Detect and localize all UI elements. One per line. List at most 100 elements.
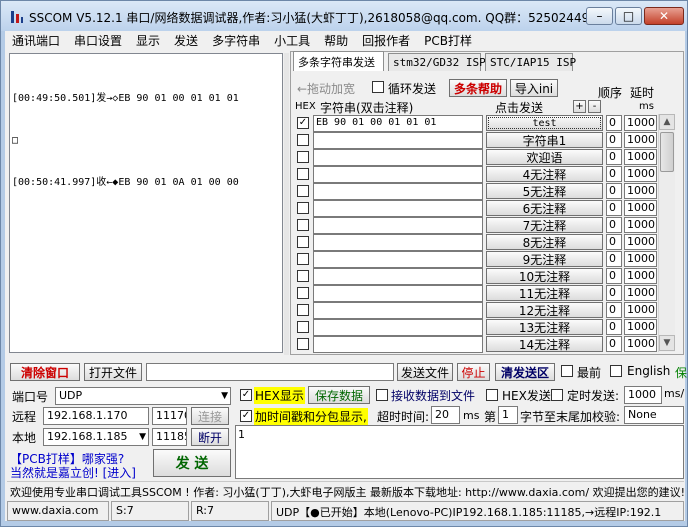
send-button[interactable]: 发 送 [153, 449, 231, 477]
close-button[interactable]: ✕ [644, 7, 684, 25]
menu-item-port[interactable]: 通讯端口 [5, 32, 67, 49]
row-hex-checkbox[interactable] [297, 253, 309, 265]
row-delay-input[interactable]: 1000 [624, 251, 657, 267]
row-order-input[interactable]: 0 [606, 234, 622, 250]
scroll-down-icon[interactable]: ▼ [659, 335, 675, 351]
receive-area[interactable]: [00:49:50.501]发→◇EB 90 01 00 01 01 01 □ … [9, 53, 283, 353]
drag-widen-label[interactable]: ←拖动加宽 [297, 80, 355, 97]
hex-display-checkbox[interactable]: ✓ [240, 389, 252, 401]
row-hex-checkbox[interactable] [297, 236, 309, 248]
row-delay-input[interactable]: 1000 [624, 319, 657, 335]
import-ini-button[interactable]: 导入ini [510, 79, 558, 97]
row-hex-checkbox[interactable] [297, 304, 309, 316]
menu-item-serial-settings[interactable]: 串口设置 [67, 32, 129, 49]
row-order-input[interactable]: 0 [606, 200, 622, 216]
local-port-input[interactable]: 11185 [152, 428, 187, 446]
row-hex-checkbox[interactable]: ✓ [297, 117, 309, 129]
tab-multi-string[interactable]: 多条字符串发送 [293, 51, 384, 71]
add-row-button[interactable]: + [573, 100, 586, 113]
row-string-input[interactable] [313, 285, 483, 302]
row-send-button[interactable]: 字符串1 [486, 132, 603, 148]
timed-send-checkbox[interactable] [551, 389, 563, 401]
byte-index-input[interactable]: 1 [498, 406, 518, 424]
menu-item-help[interactable]: 帮助 [317, 32, 355, 49]
row-delay-input[interactable]: 1000 [624, 183, 657, 199]
connect-button[interactable]: 连接 [191, 407, 229, 425]
clear-window-button[interactable]: 清除窗口 [10, 363, 80, 381]
promo-line-2[interactable]: 当然就是嘉立创! [进入] [10, 464, 136, 481]
minimize-button[interactable]: – [586, 7, 613, 25]
row-delay-input[interactable]: 1000 [624, 115, 657, 131]
row-string-input[interactable] [313, 149, 483, 166]
send-text-area[interactable]: 1 [235, 425, 684, 479]
file-path-input[interactable] [146, 363, 394, 381]
row-delay-input[interactable]: 1000 [624, 234, 657, 250]
timed-interval-input[interactable]: 1000 [624, 386, 662, 404]
local-ip-select[interactable]: 192.168.1.185 ▼ [43, 428, 149, 446]
recv-to-file-checkbox[interactable] [376, 389, 388, 401]
row-delay-input[interactable]: 1000 [624, 166, 657, 182]
row-send-button[interactable]: 4无注释 [486, 166, 603, 182]
row-send-button[interactable]: 8无注释 [486, 234, 603, 250]
row-string-input[interactable] [313, 251, 483, 268]
menu-item-multi-string[interactable]: 多字符串 [205, 32, 267, 49]
row-hex-checkbox[interactable] [297, 151, 309, 163]
menu-item-report-author[interactable]: 回报作者 [355, 32, 417, 49]
row-order-input[interactable]: 0 [606, 336, 622, 352]
row-string-input[interactable] [313, 217, 483, 234]
row-send-button[interactable]: 7无注释 [486, 217, 603, 233]
open-file-button[interactable]: 打开文件 [84, 363, 142, 381]
clear-send-button[interactable]: 清发送区 [495, 363, 555, 381]
save-data-button[interactable]: 保存数据 [308, 386, 370, 404]
row-order-input[interactable]: 0 [606, 319, 622, 335]
row-string-input[interactable] [313, 166, 483, 183]
scroll-up-icon[interactable]: ▲ [659, 114, 675, 130]
row-hex-checkbox[interactable] [297, 134, 309, 146]
row-order-input[interactable]: 0 [606, 132, 622, 148]
row-delay-input[interactable]: 1000 [624, 285, 657, 301]
row-string-input[interactable]: EB 90 01 00 01 01 01 [313, 115, 483, 132]
row-order-input[interactable]: 0 [606, 268, 622, 284]
topmost-checkbox[interactable] [561, 365, 573, 377]
row-string-input[interactable] [313, 200, 483, 217]
row-delay-input[interactable]: 1000 [624, 200, 657, 216]
row-delay-input[interactable]: 1000 [624, 217, 657, 233]
remote-port-input[interactable]: 11170 [152, 407, 187, 425]
row-delay-input[interactable]: 1000 [624, 268, 657, 284]
row-send-button[interactable]: 5无注释 [486, 183, 603, 199]
remove-row-button[interactable]: - [588, 100, 601, 113]
menu-item-tools[interactable]: 小工具 [267, 32, 317, 49]
title-bar[interactable]: SSCOM V5.12.1 串口/网络数据调试器,作者:习小猛(大虾丁丁),26… [1, 1, 687, 31]
row-order-input[interactable]: 0 [606, 285, 622, 301]
disconnect-button[interactable]: 断开 [191, 428, 229, 446]
row-string-input[interactable] [313, 234, 483, 251]
row-hex-checkbox[interactable] [297, 168, 309, 180]
hex-send-checkbox[interactable] [486, 389, 498, 401]
tab-stc-isp[interactable]: STC/IAP15 ISP [485, 53, 576, 71]
row-string-input[interactable] [313, 302, 483, 319]
row-send-button[interactable]: 9无注释 [486, 251, 603, 267]
rows-scrollbar[interactable]: ▲ ▼ [658, 114, 675, 352]
row-delay-input[interactable]: 1000 [624, 302, 657, 318]
row-order-input[interactable]: 0 [606, 217, 622, 233]
checksum-select[interactable]: None [624, 406, 684, 424]
row-string-input[interactable] [313, 319, 483, 336]
row-send-button[interactable]: 11无注释 [486, 285, 603, 301]
row-order-input[interactable]: 0 [606, 166, 622, 182]
row-send-button[interactable]: 14无注释 [486, 336, 603, 352]
menu-item-send[interactable]: 发送 [167, 32, 205, 49]
row-send-button[interactable]: 欢迎语 [486, 149, 603, 165]
row-hex-checkbox[interactable] [297, 185, 309, 197]
row-order-input[interactable]: 0 [606, 251, 622, 267]
row-order-input[interactable]: 0 [606, 302, 622, 318]
timeout-input[interactable]: 20 [431, 406, 460, 424]
stop-button[interactable]: 停止 [457, 363, 490, 381]
english-checkbox[interactable] [610, 365, 622, 377]
send-file-button[interactable]: 发送文件 [397, 363, 453, 381]
row-delay-input[interactable]: 1000 [624, 336, 657, 352]
scroll-thumb[interactable] [660, 132, 674, 172]
row-send-button[interactable]: 6无注释 [486, 200, 603, 216]
row-string-input[interactable] [313, 132, 483, 149]
row-send-button[interactable]: 13无注释 [486, 319, 603, 335]
row-hex-checkbox[interactable] [297, 321, 309, 333]
